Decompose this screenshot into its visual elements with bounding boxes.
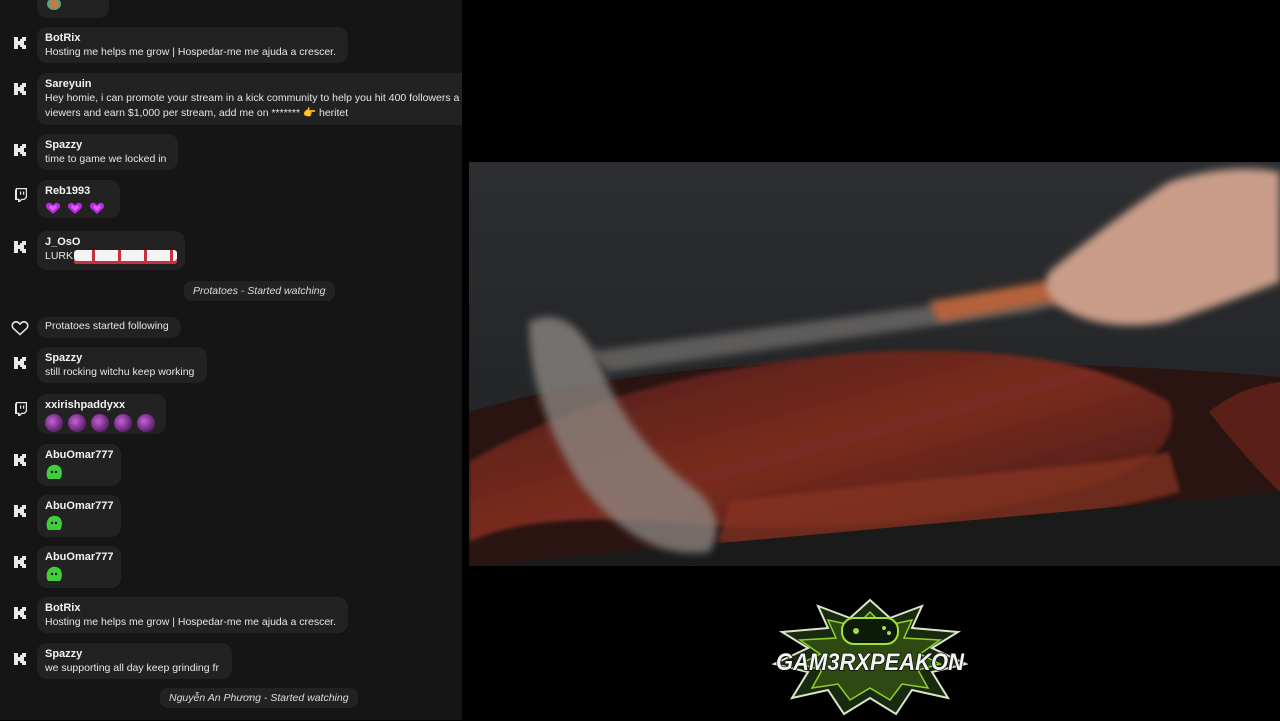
- username[interactable]: AbuOmar777: [45, 550, 113, 564]
- emote-row: [45, 200, 112, 216]
- message-bubble: Reb1993: [37, 180, 120, 218]
- message-text-line2: viewers and earn $1,000 per stream, add …: [45, 107, 349, 119]
- follow-bubble: Protatoes started following: [37, 317, 181, 338]
- purple-ball-emote-icon: [68, 414, 86, 432]
- watch-notice: Protatoes - Started watching: [184, 281, 335, 301]
- follow-notice: Protatoes started following: [0, 317, 462, 339]
- username[interactable]: xxirishpaddyxx: [45, 398, 158, 412]
- kick-icon: [10, 237, 30, 257]
- kick-icon: [10, 552, 30, 572]
- purple-ball-emote-icon: [45, 414, 63, 432]
- message-text-line1: Hey homie, i can promote your stream in …: [45, 92, 460, 104]
- message-text: Hosting me helps me grow | Hospedar-me m…: [45, 616, 337, 628]
- logo-text: GAM3RXPEAKON: [776, 649, 965, 676]
- kick-icon: [10, 140, 30, 160]
- cropped-message-bubble: [37, 0, 109, 18]
- twitch-icon: [10, 399, 30, 419]
- message-bubble: Sareyuin Hey homie, i can promote your s…: [37, 73, 462, 125]
- username[interactable]: Sareyuin: [45, 77, 462, 91]
- username[interactable]: Reb1993: [45, 184, 112, 198]
- message-bubble: Spazzy we supporting all day keep grindi…: [37, 643, 232, 679]
- username[interactable]: AbuOmar777: [45, 499, 113, 513]
- purple-ball-emote-icon: [91, 414, 109, 432]
- green-blob-emote-icon: [46, 515, 62, 530]
- message-bubble: Spazzy time to game we locked in: [37, 134, 178, 170]
- green-blob-emote-icon: [46, 464, 62, 479]
- video-player[interactable]: [469, 162, 1280, 566]
- message-bubble: J_OsO LURK: [37, 231, 185, 270]
- message-text: time to game we locked in: [45, 153, 167, 165]
- message-bubble: xxirishpaddyxx: [37, 394, 166, 434]
- message-bubble: AbuOmar777: [37, 495, 121, 537]
- message-text: LURK: [45, 250, 74, 262]
- follow-text: Protatoes started following: [45, 320, 169, 332]
- channel-logo: GAM3RXPEAKON: [770, 598, 970, 716]
- message-bubble: AbuOmar777: [37, 444, 121, 486]
- username[interactable]: Spazzy: [45, 138, 170, 152]
- heart-outline-icon: [10, 318, 30, 338]
- kick-icon: [10, 353, 30, 373]
- lurk-car-emote-icon: [74, 249, 177, 264]
- username[interactable]: AbuOmar777: [45, 448, 113, 462]
- message-text: still rocking witchu keep working: [45, 366, 195, 378]
- purple-ball-emote-icon: [137, 414, 155, 432]
- kick-icon: [10, 501, 30, 521]
- kick-icon: [10, 33, 30, 53]
- username[interactable]: J_OsO: [45, 235, 177, 249]
- purple-ball-emote-icon: [114, 414, 132, 432]
- purple-heart-emote-icon: [67, 202, 83, 214]
- emote-icon: [47, 0, 61, 10]
- username[interactable]: Spazzy: [45, 647, 224, 661]
- emote-row: [45, 414, 158, 432]
- chat-panel: BotRix Hosting me helps me grow | Hosped…: [0, 0, 462, 720]
- kick-icon: [10, 450, 30, 470]
- username[interactable]: Spazzy: [45, 351, 199, 365]
- watch-notice: Nguyễn An Phương - Started watching: [160, 688, 358, 708]
- video-frame: [469, 162, 1280, 566]
- kick-icon: [10, 79, 30, 99]
- message-bubble: Spazzy still rocking witchu keep working: [37, 347, 207, 383]
- message-text: we supporting all day keep grinding fr: [45, 662, 219, 674]
- message-bubble: AbuOmar777: [37, 546, 121, 588]
- kick-icon: [10, 649, 30, 669]
- message-text: Hosting me helps me grow | Hospedar-me m…: [45, 46, 337, 58]
- kick-icon: [10, 603, 30, 623]
- message-bubble: BotRix Hosting me helps me grow | Hosped…: [37, 27, 348, 63]
- purple-heart-emote-icon: [45, 202, 61, 214]
- username[interactable]: BotRix: [45, 601, 340, 615]
- username[interactable]: BotRix: [45, 31, 340, 45]
- green-blob-emote-icon: [46, 566, 62, 581]
- twitch-icon: [10, 185, 30, 205]
- purple-heart-emote-icon: [89, 202, 105, 214]
- message-bubble: BotRix Hosting me helps me grow | Hosped…: [37, 597, 348, 633]
